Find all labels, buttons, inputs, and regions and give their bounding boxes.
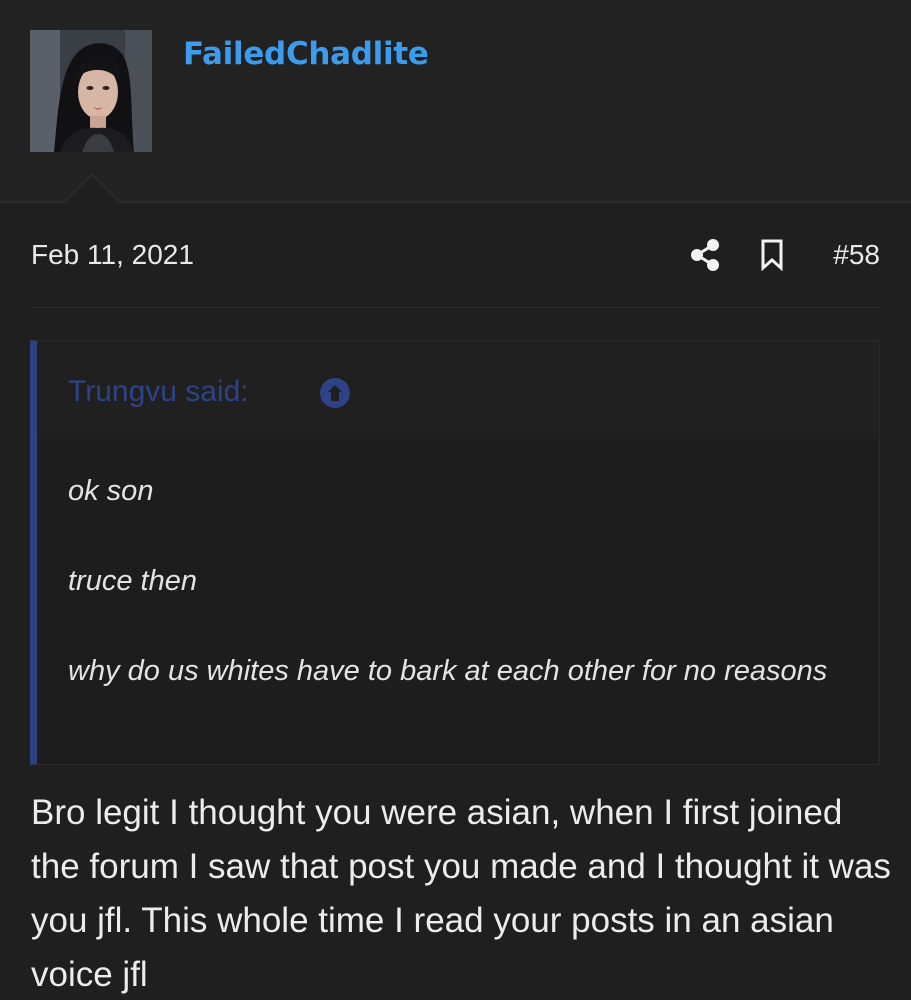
post-date-link[interactable]: Feb 11, 2021	[31, 239, 194, 271]
quote-line: why do us whites have to bark at each ot…	[68, 655, 828, 687]
quote-content: ok son truce then why do us whites have …	[68, 469, 858, 739]
avatar-portrait-image	[30, 30, 152, 152]
bookmark-icon[interactable]	[760, 239, 784, 272]
post-meta-row: Feb 11, 2021 #58	[0, 220, 911, 292]
quote-line: ok son	[68, 475, 154, 507]
avatar[interactable]	[30, 30, 152, 152]
header-pointer	[65, 176, 119, 203]
post-author-link[interactable]: FailedChadlite	[183, 36, 429, 72]
arrow-circle-up-icon[interactable]	[319, 377, 351, 409]
quote-block: Trungvu said: ok son truce then why do u…	[30, 340, 880, 765]
meta-divider	[30, 307, 881, 308]
quote-line: truce then	[68, 565, 197, 597]
post-user-header: FailedChadlite	[0, 0, 911, 203]
post-permalink-number[interactable]: #58	[833, 239, 880, 271]
post-message-body: Bro legit I thought you were asian, when…	[31, 793, 891, 994]
quote-header: Trungvu said:	[37, 341, 879, 439]
share-icon[interactable]	[690, 238, 720, 272]
quote-attribution-link[interactable]: Trungvu said:	[68, 375, 249, 409]
